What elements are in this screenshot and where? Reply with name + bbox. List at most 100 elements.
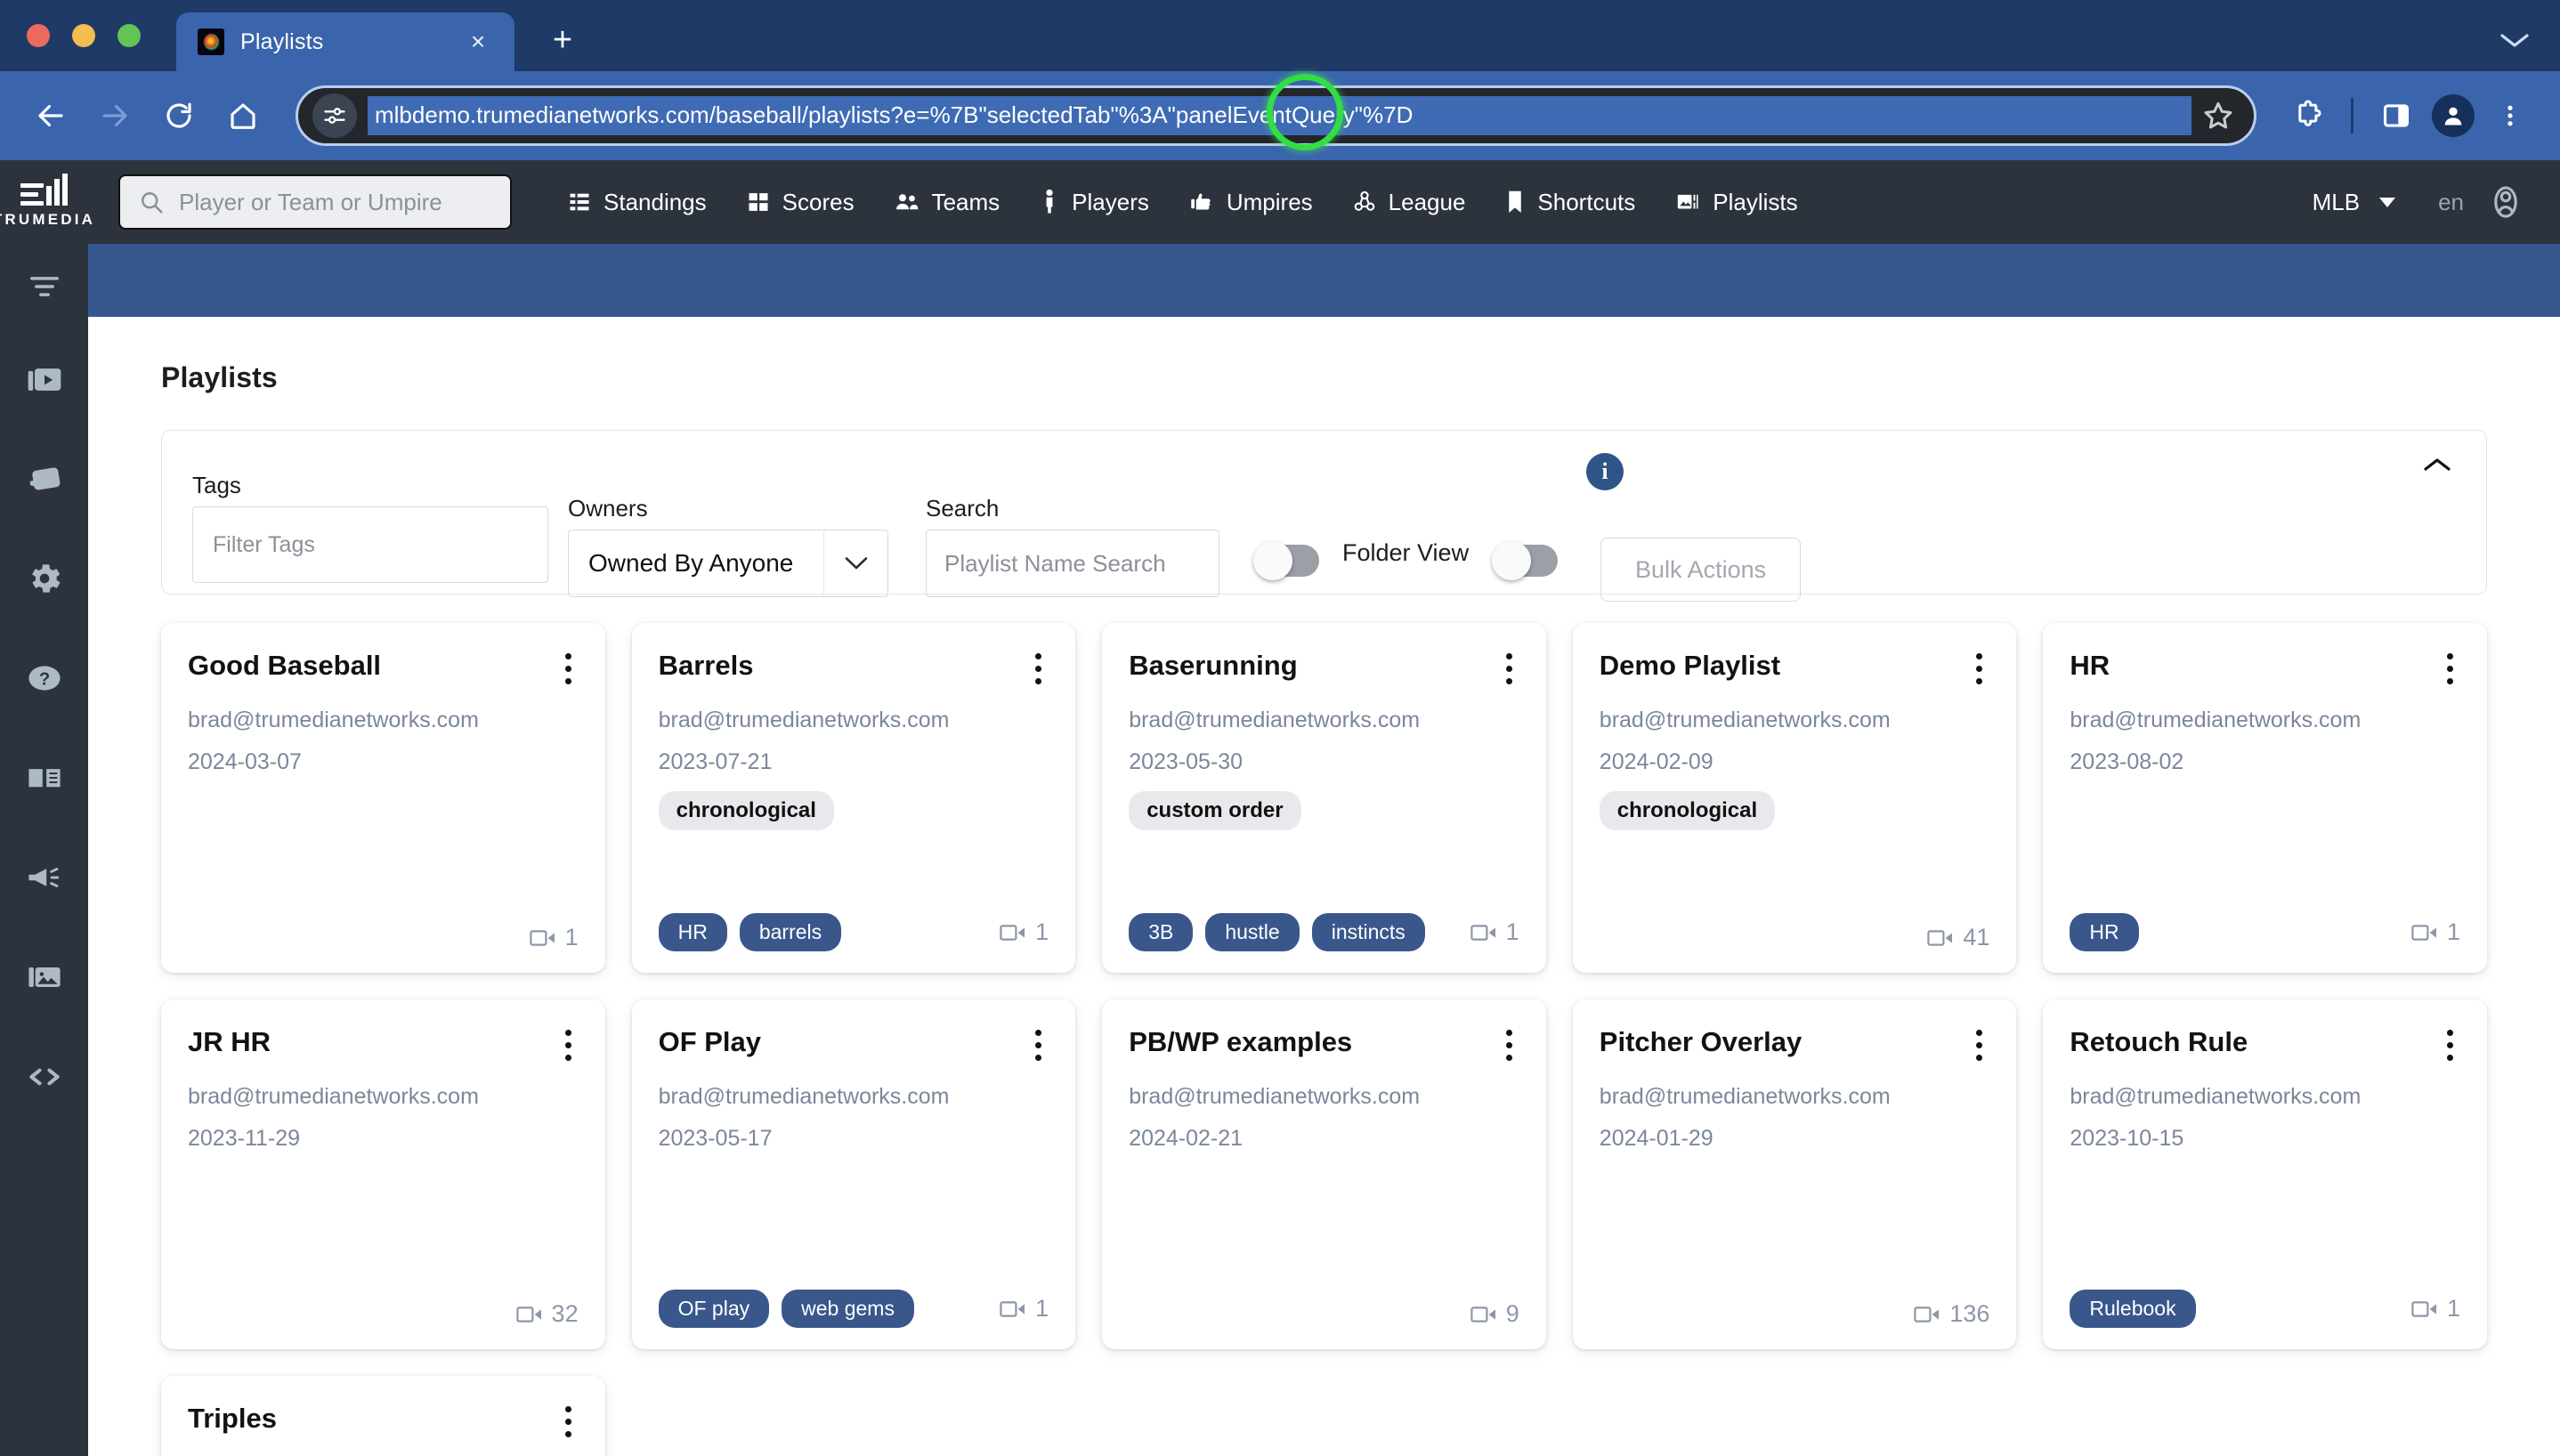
profile-avatar-icon[interactable] [2426, 89, 2480, 142]
folder-view-toggle[interactable] [1492, 541, 1559, 580]
side-panel-icon[interactable] [2370, 89, 2423, 142]
playlist-options-menu-icon[interactable] [1028, 648, 1049, 684]
chevron-down-icon[interactable] [2499, 28, 2530, 55]
three-dot-menu-icon[interactable] [2483, 89, 2537, 142]
cards-icon[interactable] [0, 429, 88, 529]
playlist-owner: brad@trumedianetworks.com [188, 708, 479, 732]
playlist-options-menu-icon[interactable] [1499, 648, 1519, 684]
playlist-card[interactable]: PB/WP examples brad@trumedianetworks.com… [1102, 999, 1546, 1349]
close-window-button[interactable] [27, 24, 50, 47]
filter-icon[interactable] [0, 244, 88, 329]
playlist-tag[interactable]: hustle [1205, 913, 1300, 951]
close-tab-icon[interactable]: × [463, 29, 493, 54]
nav-item-shortcuts[interactable]: Shortcuts [1485, 189, 1655, 216]
playlist-tag[interactable]: web gems [782, 1290, 914, 1328]
playlist-options-menu-icon[interactable] [2440, 1024, 2460, 1061]
playlist-clip-count-value: 1 [1035, 918, 1049, 945]
playlist-tag[interactable]: barrels [739, 913, 842, 951]
playlist-options-menu-icon[interactable] [2440, 648, 2460, 684]
language-selector[interactable]: en [2415, 189, 2487, 216]
new-tab-button[interactable]: + [545, 23, 580, 57]
nav-label-scores: Scores [782, 188, 855, 215]
reload-icon[interactable] [151, 88, 207, 143]
playlist-title: PB/WP examples [1129, 1026, 1353, 1057]
minimize-window-button[interactable] [72, 24, 95, 47]
browser-window: Playlists × + mlbdemo.trumedianetworks.c… [0, 0, 2560, 1456]
help-icon[interactable]: ? [0, 628, 88, 728]
playlist-tag[interactable]: HR [2070, 913, 2139, 951]
playlist-options-menu-icon[interactable] [1969, 648, 1989, 684]
playlist-title: Demo Playlist [1599, 650, 1781, 681]
bulk-actions-button[interactable]: Bulk Actions [1600, 538, 1802, 602]
playlist-card[interactable]: Pitcher Overlay brad@trumedianetworks.co… [1572, 999, 2017, 1349]
brand-wordmark: TRUMEDIA [0, 211, 96, 228]
image-icon[interactable] [0, 927, 88, 1027]
maximize-window-button[interactable] [117, 24, 141, 47]
playlist-tag[interactable]: OF play [658, 1290, 770, 1328]
playlist-options-menu-icon[interactable] [558, 1024, 579, 1061]
playlist-clip-count-value: 9 [1505, 1300, 1519, 1327]
nav-item-league[interactable]: League [1333, 189, 1486, 216]
back-arrow-icon[interactable] [23, 88, 78, 143]
star-icon[interactable] [2191, 99, 2245, 133]
browser-tabstrip: Playlists × + [0, 0, 2560, 71]
nav-item-teams[interactable]: Teams [874, 189, 1020, 216]
tags-input[interactable]: Filter Tags [192, 506, 548, 583]
playlist-card[interactable]: Retouch Rule brad@trumedianetworks.com 2… [2043, 999, 2487, 1349]
playlist-card[interactable]: Barrels brad@trumedianetworks.com 2023-0… [631, 623, 1076, 973]
playlist-date: 2024-02-09 [1599, 749, 1713, 774]
home-icon[interactable] [215, 88, 271, 143]
playlist-card[interactable]: JR HR brad@trumedianetworks.com 2023-11-… [161, 999, 605, 1349]
user-account-icon[interactable] [2487, 183, 2528, 221]
playlist-tag[interactable]: instincts [1311, 913, 1425, 951]
video-library-icon[interactable] [0, 329, 88, 429]
page-viewport: ? TRUMEDIA Player or Team or Umpire Stan… [0, 160, 2560, 1456]
nav-label-teams: Teams [931, 188, 1001, 215]
chevron-up-icon[interactable] [2422, 456, 2452, 480]
league-selector[interactable]: MLB [2293, 189, 2415, 216]
playlist-card[interactable]: Demo Playlist brad@trumedianetworks.com … [1572, 623, 2017, 973]
playlist-tag[interactable]: HR [658, 913, 727, 951]
address-bar[interactable]: mlbdemo.trumedianetworks.com/baseball/pl… [296, 74, 2256, 150]
playlist-owner: brad@trumedianetworks.com [1599, 708, 1891, 732]
info-icon[interactable]: i [1586, 453, 1624, 490]
playlist-name-search-input[interactable]: Playlist Name Search [926, 530, 1219, 597]
owners-select[interactable]: Owned By Anyone [568, 530, 888, 597]
playlist-card[interactable]: OF Play brad@trumedianetworks.com 2023-0… [631, 999, 1076, 1349]
trumedia-logo[interactable]: TRUMEDIA [0, 174, 93, 229]
book-icon[interactable] [0, 728, 88, 828]
playlist-options-menu-icon[interactable] [558, 648, 579, 684]
playlist-tag[interactable]: 3B [1129, 913, 1194, 951]
browser-tab-playlists[interactable]: Playlists × [176, 12, 514, 71]
playlist-card[interactable]: HR brad@trumedianetworks.com 2023-08-02 … [2043, 623, 2487, 973]
code-icon[interactable] [0, 1027, 88, 1127]
nav-item-standings[interactable]: Standings [547, 189, 726, 216]
playlist-options-menu-icon[interactable] [1499, 1024, 1519, 1061]
nav-item-umpires[interactable]: Umpires [1169, 189, 1333, 216]
chevron-down-icon[interactable] [823, 530, 887, 596]
playlist-clip-count: 1 [1000, 1295, 1049, 1323]
playlist-tag[interactable]: Rulebook [2070, 1290, 2196, 1328]
url-text[interactable]: mlbdemo.trumedianetworks.com/baseball/pl… [368, 96, 2191, 135]
playlist-options-menu-icon[interactable] [1969, 1024, 1989, 1061]
playlist-card[interactable]: Good Baseball brad@trumedianetworks.com … [161, 623, 605, 973]
playlist-order-badge: chronological [1599, 791, 1776, 830]
folder-view-label: Folder View [1342, 539, 1470, 566]
nav-item-playlists[interactable]: Playlists [1655, 189, 1817, 216]
playlist-options-menu-icon[interactable] [558, 1401, 579, 1437]
playlist-card[interactable]: Triples brad@trumedianetworks.com [161, 1376, 605, 1456]
select-mode-toggle[interactable] [1253, 541, 1319, 580]
tab-favicon-icon [198, 28, 224, 55]
playlist-options-menu-icon[interactable] [1028, 1024, 1049, 1061]
nav-item-players[interactable]: Players [1019, 189, 1169, 216]
playlist-clip-count: 1 [529, 924, 579, 951]
extensions-puzzle-icon[interactable] [2281, 89, 2335, 142]
global-search-input[interactable]: Player or Team or Umpire [118, 174, 512, 230]
playlist-owner: brad@trumedianetworks.com [1129, 1084, 1421, 1109]
nav-item-scores[interactable]: Scores [726, 189, 874, 216]
site-settings-icon[interactable] [312, 93, 357, 138]
playlist-card[interactable]: Baserunning brad@trumedianetworks.com 20… [1102, 623, 1546, 973]
gear-icon[interactable] [0, 529, 88, 628]
playlist-tag-list: HR barrels [658, 913, 842, 951]
megaphone-icon[interactable] [0, 828, 88, 927]
